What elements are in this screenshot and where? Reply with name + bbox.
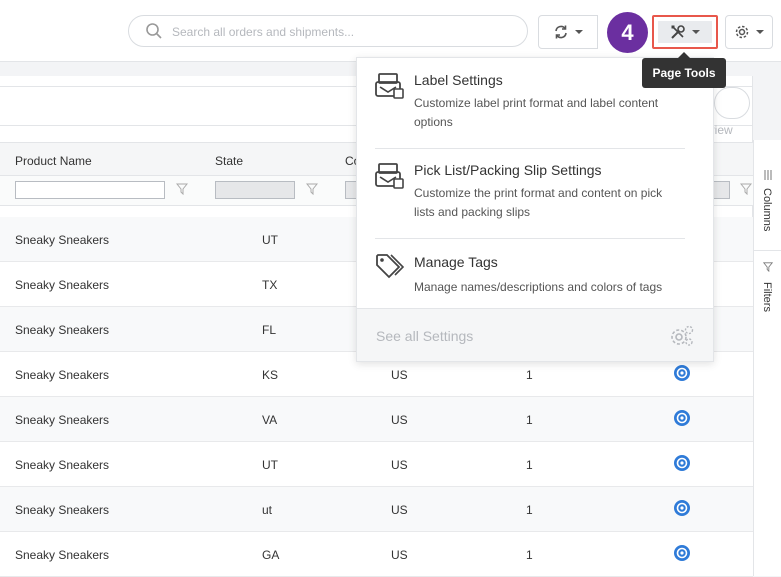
country-cell: US (391, 548, 408, 562)
state-cell: VA (262, 413, 278, 427)
product-cell: Sneaky Sneakers (15, 503, 110, 517)
menu-item-description: Customize label print format and label c… (414, 96, 659, 129)
product-cell: Sneaky Sneakers (15, 368, 110, 382)
page-tools-tooltip: Page Tools (642, 52, 726, 88)
page-tools-button[interactable] (652, 15, 718, 49)
state-cell: KS (262, 368, 279, 382)
filter-icon[interactable] (306, 183, 318, 195)
search-box[interactable]: Search all orders and shipments... (128, 15, 528, 47)
table-row[interactable]: Sneaky Sneakers UT US 1 (0, 442, 753, 487)
label-printer-icon (375, 73, 404, 99)
filters-tab[interactable]: Filters (761, 282, 773, 312)
product-cell: Sneaky Sneakers (15, 458, 110, 472)
product-cell: Sneaky Sneakers (15, 413, 110, 427)
view-toggle[interactable] (714, 87, 750, 119)
product-cell: Sneaky Sneakers (15, 548, 110, 562)
shipment-status-icon[interactable] (673, 499, 691, 517)
gears-icon (671, 325, 694, 346)
country-cell: US (391, 368, 408, 382)
column-header-product-name[interactable]: Product Name (15, 154, 92, 168)
page-tools-menu: Label Settings Customize label print for… (356, 57, 714, 362)
state-cell: UT (262, 233, 278, 247)
product-filter-input[interactable] (15, 181, 165, 199)
country-cell: US (391, 458, 408, 472)
packing-slip-icon (375, 163, 404, 189)
country-cell: US (391, 413, 408, 427)
product-cell: Sneaky Sneakers (15, 278, 110, 292)
side-panel-tabs: Columns Filters (753, 140, 781, 576)
shipment-status-icon[interactable] (673, 454, 691, 472)
menu-item-description: Customize the print format and content o… (414, 186, 663, 219)
quantity-cell: 1 (526, 548, 533, 562)
see-all-settings-label: See all Settings (376, 328, 474, 344)
gear-icon (735, 25, 749, 39)
see-all-settings-link[interactable]: See all Settings (357, 308, 713, 361)
quantity-cell: 1 (526, 368, 533, 382)
divider (754, 250, 781, 251)
shipment-status-icon[interactable] (673, 544, 691, 562)
columns-icon (764, 170, 772, 180)
search-input[interactable]: Search all orders and shipments... (172, 25, 354, 39)
state-cell: ut (262, 503, 273, 517)
menu-item-title: Manage Tags (414, 254, 498, 270)
top-bar: Search all orders and shipments... 4 (0, 0, 781, 62)
shipment-status-icon[interactable] (673, 364, 691, 382)
table-row[interactable]: Sneaky Sneakers VA US 1 (0, 397, 753, 442)
columns-tab[interactable]: Columns (761, 188, 773, 231)
chevron-down-icon (756, 30, 764, 34)
filter-icon[interactable] (176, 183, 188, 195)
state-cell: TX (262, 278, 278, 292)
chevron-down-icon (575, 30, 583, 34)
divider (375, 148, 685, 149)
state-cell: FL (262, 323, 277, 337)
menu-item-title: Label Settings (414, 72, 503, 88)
state-cell: GA (262, 548, 280, 562)
filter-icon[interactable] (740, 183, 752, 195)
filter-icon (763, 262, 773, 272)
quantity-cell: 1 (526, 413, 533, 427)
product-cell: Sneaky Sneakers (15, 233, 110, 247)
quantity-cell: 1 (526, 503, 533, 517)
table-row[interactable]: Sneaky Sneakers ut US 1 (0, 487, 753, 532)
quantity-cell: 1 (526, 458, 533, 472)
state-cell: UT (262, 458, 278, 472)
tags-icon (376, 254, 405, 279)
search-icon (146, 23, 162, 39)
status-filter-input[interactable] (712, 181, 730, 199)
step-badge: 4 (607, 12, 648, 53)
divider (375, 238, 685, 239)
table-row[interactable]: Sneaky Sneakers GA US 1 (0, 532, 753, 577)
product-cell: Sneaky Sneakers (15, 323, 110, 337)
refresh-icon (555, 25, 567, 39)
chevron-down-icon (692, 30, 700, 34)
state-filter-input[interactable] (215, 181, 295, 199)
column-header-state[interactable]: State (215, 154, 243, 168)
shipment-status-icon[interactable] (673, 409, 691, 427)
settings-button[interactable] (725, 15, 773, 49)
menu-item-description: Manage names/descriptions and colors of … (414, 280, 663, 294)
sync-button[interactable] (538, 15, 598, 49)
country-cell: US (391, 503, 408, 517)
tools-icon (671, 25, 685, 39)
menu-item-title: Pick List/Packing Slip Settings (414, 162, 602, 178)
